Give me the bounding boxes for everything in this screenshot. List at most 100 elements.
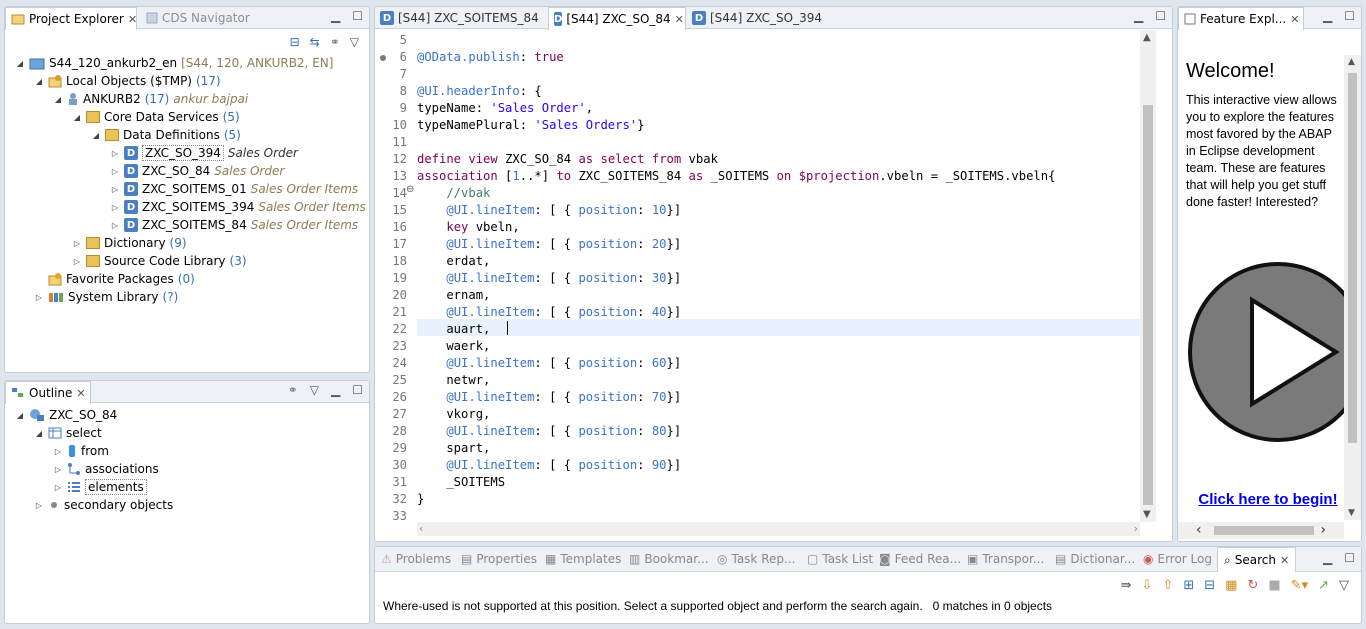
scroll-down-icon[interactable]: ▼ xyxy=(1143,509,1151,520)
grid-icon[interactable]: ▦ xyxy=(1225,578,1237,593)
play-icon[interactable] xyxy=(1186,252,1346,452)
outline-item-select[interactable]: ◢ select xyxy=(34,424,102,442)
code-line[interactable]: //vbak xyxy=(417,185,490,202)
tree-item-local-objects[interactable]: ◢ Local Objects ($TMP) (17) xyxy=(34,72,221,90)
tree-item-zxc-soitems-394[interactable]: ▷ D ZXC_SOITEMS_394 Sales Order Items xyxy=(110,198,366,216)
tab-bookmarks[interactable]: ▥ Bookmar... xyxy=(629,547,709,571)
collapsed-arrow-icon[interactable]: ▷ xyxy=(72,239,82,248)
code-line[interactable]: @UI.lineItem: [ { position: 30}] xyxy=(417,270,681,287)
tab-cds-navigator[interactable]: CDS Navigator xyxy=(141,7,259,29)
tree-item-zxc-soitems-01[interactable]: ▷ D ZXC_SOITEMS_01 Sales Order Items xyxy=(110,180,358,198)
tab-task-repositories[interactable]: ◎ Task Rep... xyxy=(717,547,795,571)
outline-item-associations[interactable]: ▷ associations xyxy=(53,460,159,478)
code-line[interactable]: @UI.headerInfo: { xyxy=(417,83,542,100)
maximize-icon[interactable]: ☐ xyxy=(352,383,363,397)
code-line[interactable]: @UI.lineItem: [ { position: 40}] xyxy=(417,304,681,321)
collapsed-arrow-icon[interactable]: ▷ xyxy=(110,203,120,212)
tab-editor-zxc-so-84[interactable]: D [S44] ZXC_SO_84 ✕ xyxy=(548,7,686,30)
close-icon[interactable]: ✕ xyxy=(675,13,684,26)
tab-templates[interactable]: ▦ Templates xyxy=(545,547,621,571)
collapsed-arrow-icon[interactable]: ▷ xyxy=(110,185,120,194)
scrollbar-thumb[interactable] xyxy=(1214,526,1314,535)
outline-item-view[interactable]: ◢ ZXC_SO_84 xyxy=(15,406,117,424)
expand-all-icon[interactable]: ⊞ xyxy=(1183,578,1194,593)
tree-item-data-definitions[interactable]: ◢ Data Definitions (5) xyxy=(91,126,241,144)
tree-item-favorite-packages[interactable]: Favorite Packages (0) xyxy=(34,270,195,288)
link-icon[interactable]: ⚭ xyxy=(330,35,340,49)
code-line[interactable]: auart, xyxy=(417,321,498,338)
minimize-icon[interactable]: ▁ xyxy=(1323,551,1332,565)
code-line[interactable]: key vbeln, xyxy=(417,219,519,236)
collapse-all-icon[interactable]: ⊟ xyxy=(290,35,300,49)
maximize-icon[interactable]: ☐ xyxy=(352,9,363,23)
scrollbar-thumb[interactable] xyxy=(1348,73,1357,443)
tree-item-zxc-so-84[interactable]: ▷ D ZXC_SO_84 Sales Order xyxy=(110,162,284,180)
close-icon[interactable]: ✕ xyxy=(1290,13,1299,26)
outline-item-secondary-objects[interactable]: ▷ secondary objects xyxy=(34,496,173,514)
code-line[interactable]: _SOITEMS xyxy=(417,474,505,491)
stop-icon[interactable]: ■ xyxy=(1268,578,1280,593)
pin-icon[interactable]: ↗ xyxy=(1318,578,1329,593)
expanded-arrow-icon[interactable]: ◢ xyxy=(15,59,25,68)
code-line[interactable]: @UI.lineItem: [ { position: 90}] xyxy=(417,457,681,474)
tab-properties[interactable]: ▤ Properties xyxy=(461,547,537,571)
tab-feed-reader[interactable]: ◙ Feed Rea... xyxy=(879,547,961,571)
code-line[interactable]: @UI.lineItem: [ { position: 20}] xyxy=(417,236,681,253)
scroll-left-icon[interactable]: ‹ xyxy=(1196,522,1202,538)
editor-horizontal-scrollbar[interactable]: ‹ › xyxy=(417,522,1140,536)
previous-match-icon[interactable]: ⇧ xyxy=(1162,578,1173,593)
outline-item-elements[interactable]: ▷ elements xyxy=(53,478,147,496)
code-line[interactable]: ernam, xyxy=(417,287,490,304)
feature-horizontal-scrollbar[interactable]: ‹ › xyxy=(1178,522,1344,539)
code-line[interactable]: @UI.lineItem: [ { position: 80}] xyxy=(417,423,681,440)
collapsed-arrow-icon[interactable]: ▷ xyxy=(110,149,120,158)
scroll-right-icon[interactable]: › xyxy=(1320,522,1326,538)
code-line[interactable]: association [1..*] to ZXC_SOITEMS_84 as … xyxy=(417,168,1055,185)
tree-item-project[interactable]: ◢ S44_120_ankurb2_en [S44, 120, ANKURB2, E… xyxy=(15,54,334,72)
view-menu-icon[interactable]: ▽ xyxy=(350,35,359,49)
tab-editor-zxc-soitems-84[interactable]: D [S44] ZXC_SOITEMS_84 xyxy=(375,7,547,29)
code-line[interactable]: netwr, xyxy=(417,372,490,389)
tab-error-log[interactable]: ◉ Error Log xyxy=(1143,547,1212,571)
tree-item-user[interactable]: ◢ ANKURB2 (17) ankur bajpai xyxy=(53,90,248,108)
maximize-icon[interactable]: ☐ xyxy=(1344,9,1355,23)
collapsed-arrow-icon[interactable]: ▷ xyxy=(72,257,82,266)
view-menu-icon[interactable]: ▽ xyxy=(310,383,319,397)
scroll-up-icon[interactable]: ▲ xyxy=(1348,57,1355,67)
scrollbar-thumb[interactable] xyxy=(1143,105,1153,505)
search-history-icon[interactable]: ✎▾ xyxy=(1291,578,1308,593)
tree-item-dictionary[interactable]: ▷ Dictionary (9) xyxy=(72,234,187,252)
expanded-arrow-icon[interactable]: ◢ xyxy=(34,77,44,86)
code-area[interactable]: 5 6 @OData.publish: true 7 8 @UI.headerInfo: … xyxy=(375,30,1172,541)
tab-editor-zxc-so-394[interactable]: D [S44] ZXC_SO_394 xyxy=(687,7,827,29)
maximize-icon[interactable]: ☐ xyxy=(1344,551,1355,565)
collapsed-arrow-icon[interactable]: ▷ xyxy=(53,465,63,474)
tab-project-explorer[interactable]: Project Explorer ✕ xyxy=(5,7,137,30)
tree-item-system-library[interactable]: ▷ System Library (?) xyxy=(34,288,178,306)
tree-item-source-code-library[interactable]: ▷ Source Code Library (3) xyxy=(72,252,247,270)
code-line[interactable]: waerk, xyxy=(417,338,490,355)
begin-link[interactable]: Click here to begin! xyxy=(1198,491,1338,509)
link-icon[interactable]: ⚭ xyxy=(288,383,298,397)
scroll-left-icon[interactable]: ‹ xyxy=(419,522,423,535)
tab-task-list[interactable]: ▢ Task List xyxy=(807,547,873,571)
expand-icon[interactable]: ⇛ xyxy=(1121,578,1132,593)
scroll-down-icon[interactable]: ▼ xyxy=(1348,508,1355,518)
code-line[interactable]: spart, xyxy=(417,440,490,457)
code-line[interactable]: vkorg, xyxy=(417,406,490,423)
code-line[interactable]: @UI.lineItem: [ { position: 70}] xyxy=(417,389,681,406)
code-line[interactable]: typeName: 'Sales Order', xyxy=(417,100,593,117)
link-with-editor-icon[interactable]: ⇆ xyxy=(310,35,320,49)
expanded-arrow-icon[interactable]: ◢ xyxy=(72,113,82,122)
close-icon[interactable]: ✕ xyxy=(76,387,85,400)
expanded-arrow-icon[interactable]: ◢ xyxy=(91,131,101,140)
code-line[interactable]: erdat, xyxy=(417,253,490,270)
collapsed-arrow-icon[interactable]: ▷ xyxy=(53,447,63,456)
code-line[interactable]: define view ZXC_SO_84 as select from vba… xyxy=(417,151,718,168)
minimize-icon[interactable]: ▁ xyxy=(1323,9,1332,23)
outline-item-from[interactable]: ▷ from xyxy=(53,442,109,460)
code-line[interactable]: } xyxy=(417,491,424,508)
code-line[interactable]: typeNamePlural: 'Sales Orders'} xyxy=(417,117,644,134)
refresh-icon[interactable]: ↻ xyxy=(1247,578,1258,593)
view-menu-icon[interactable]: ▽ xyxy=(1339,578,1349,593)
